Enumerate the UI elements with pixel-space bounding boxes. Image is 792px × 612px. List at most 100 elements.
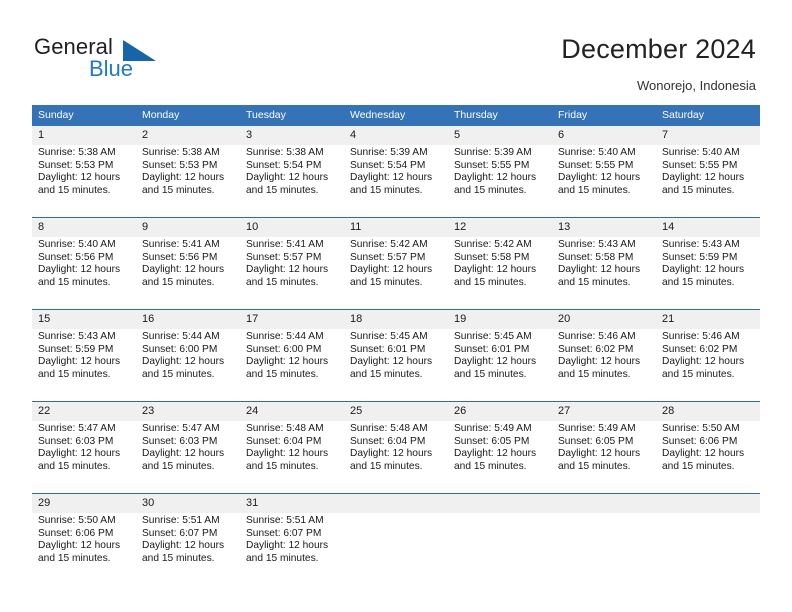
day-detail-cell[interactable]: Sunrise: 5:38 AM Sunset: 5:53 PM Dayligh… [32,145,136,218]
day-number-cell[interactable]: 10 [240,217,344,237]
day-number-cell[interactable]: 5 [448,126,552,145]
sunset-text: Sunset: 5:57 PM [246,251,322,263]
day-detail-cell[interactable]: Sunrise: 5:44 AM Sunset: 6:00 PM Dayligh… [240,329,344,402]
day-detail-cell[interactable]: Sunrise: 5:40 AM Sunset: 5:56 PM Dayligh… [32,237,136,310]
sunset-text: Sunset: 6:06 PM [38,527,114,539]
day-number-cell[interactable]: 30 [136,493,240,513]
day-number-cell[interactable]: 21 [656,309,760,329]
day-detail-cell[interactable]: Sunrise: 5:51 AM Sunset: 6:07 PM Dayligh… [136,513,240,585]
day-detail-cell[interactable]: Sunrise: 5:46 AM Sunset: 6:02 PM Dayligh… [552,329,656,402]
daylight-text-cont: and 15 minutes. [246,368,319,380]
day-detail-cell[interactable]: Sunrise: 5:45 AM Sunset: 6:01 PM Dayligh… [344,329,448,402]
day-detail-cell[interactable]: Sunrise: 5:48 AM Sunset: 6:04 PM Dayligh… [344,421,448,494]
day-number-cell[interactable]: 12 [448,217,552,237]
sunrise-text: Sunrise: 5:48 AM [350,423,428,434]
day-detail-cell[interactable]: Sunrise: 5:43 AM Sunset: 5:59 PM Dayligh… [656,237,760,310]
daylight-text: Daylight: 12 hours [662,356,745,368]
day-detail-cell[interactable]: Sunrise: 5:39 AM Sunset: 5:55 PM Dayligh… [448,145,552,218]
day-detail-cell[interactable]: Sunrise: 5:49 AM Sunset: 6:05 PM Dayligh… [448,421,552,494]
day-detail-cell[interactable]: Sunrise: 5:51 AM Sunset: 6:07 PM Dayligh… [240,513,344,585]
day-number-cell[interactable]: 6 [552,126,656,145]
day-number-cell[interactable]: 14 [656,217,760,237]
day-number-cell[interactable]: 23 [136,401,240,421]
day-detail-cell[interactable]: Sunrise: 5:39 AM Sunset: 5:54 PM Dayligh… [344,145,448,218]
day-detail-cell[interactable]: Sunrise: 5:48 AM Sunset: 6:04 PM Dayligh… [240,421,344,494]
day-number-cell[interactable]: 17 [240,309,344,329]
calendar-header-row: Sunday Monday Tuesday Wednesday Thursday… [32,105,760,126]
day-detail-cell[interactable]: Sunrise: 5:38 AM Sunset: 5:54 PM Dayligh… [240,145,344,218]
day-detail-cell[interactable]: Sunrise: 5:45 AM Sunset: 6:01 PM Dayligh… [448,329,552,402]
day-number-cell-empty [552,493,656,513]
day-detail-cell[interactable]: Sunrise: 5:43 AM Sunset: 5:58 PM Dayligh… [552,237,656,310]
weekday-header-thursday: Thursday [448,105,552,126]
week-detail-row: Sunrise: 5:47 AM Sunset: 6:03 PM Dayligh… [32,421,760,494]
sunset-text: Sunset: 6:05 PM [558,435,634,447]
day-number-cell[interactable]: 11 [344,217,448,237]
daylight-text-cont: and 15 minutes. [38,368,111,380]
day-number-cell[interactable]: 27 [552,401,656,421]
day-detail-cell[interactable]: Sunrise: 5:41 AM Sunset: 5:57 PM Dayligh… [240,237,344,310]
weekday-header-wednesday: Wednesday [344,105,448,126]
daylight-text-cont: and 15 minutes. [662,368,735,380]
day-detail-cell[interactable]: Sunrise: 5:42 AM Sunset: 5:57 PM Dayligh… [344,237,448,310]
day-detail-cell[interactable]: Sunrise: 5:40 AM Sunset: 5:55 PM Dayligh… [656,145,760,218]
day-number-cell[interactable]: 4 [344,126,448,145]
sunset-text: Sunset: 6:01 PM [350,343,426,355]
week-detail-row: Sunrise: 5:38 AM Sunset: 5:53 PM Dayligh… [32,145,760,218]
day-number-cell[interactable]: 18 [344,309,448,329]
day-detail-cell[interactable]: Sunrise: 5:47 AM Sunset: 6:03 PM Dayligh… [136,421,240,494]
day-detail-cell[interactable]: Sunrise: 5:38 AM Sunset: 5:53 PM Dayligh… [136,145,240,218]
day-detail-cell[interactable]: Sunrise: 5:43 AM Sunset: 5:59 PM Dayligh… [32,329,136,402]
calendar-table: Sunday Monday Tuesday Wednesday Thursday… [32,105,760,585]
day-detail-cell[interactable]: Sunrise: 5:49 AM Sunset: 6:05 PM Dayligh… [552,421,656,494]
day-number-cell[interactable]: 29 [32,493,136,513]
sunset-text: Sunset: 6:04 PM [246,435,322,447]
day-number-cell[interactable]: 1 [32,126,136,145]
day-number-cell[interactable]: 26 [448,401,552,421]
day-number-cell[interactable]: 8 [32,217,136,237]
daylight-text-cont: and 15 minutes. [142,368,215,380]
day-detail-cell[interactable]: Sunrise: 5:44 AM Sunset: 6:00 PM Dayligh… [136,329,240,402]
calendar-grid: Sunday Monday Tuesday Wednesday Thursday… [32,105,760,585]
day-detail-cell[interactable]: Sunrise: 5:40 AM Sunset: 5:55 PM Dayligh… [552,145,656,218]
daylight-text: Daylight: 12 hours [38,172,121,184]
daylight-text: Daylight: 12 hours [350,356,433,368]
daylight-text-cont: and 15 minutes. [142,460,215,472]
day-detail-cell[interactable]: Sunrise: 5:46 AM Sunset: 6:02 PM Dayligh… [656,329,760,402]
daylight-text: Daylight: 12 hours [558,448,641,460]
day-number-cell[interactable]: 31 [240,493,344,513]
day-number-cell[interactable]: 3 [240,126,344,145]
sunset-text: Sunset: 5:56 PM [38,251,114,263]
day-number-cell[interactable]: 25 [344,401,448,421]
day-number-cell[interactable]: 7 [656,126,760,145]
day-number-cell[interactable]: 20 [552,309,656,329]
day-number-cell[interactable]: 2 [136,126,240,145]
day-number-cell[interactable]: 15 [32,309,136,329]
day-number-cell[interactable]: 22 [32,401,136,421]
day-detail-cell[interactable]: Sunrise: 5:41 AM Sunset: 5:56 PM Dayligh… [136,237,240,310]
day-detail-cell[interactable]: Sunrise: 5:47 AM Sunset: 6:03 PM Dayligh… [32,421,136,494]
sunset-text: Sunset: 6:00 PM [142,343,218,355]
sunrise-text: Sunrise: 5:39 AM [350,147,428,158]
day-detail-cell[interactable]: Sunrise: 5:50 AM Sunset: 6:06 PM Dayligh… [656,421,760,494]
day-number-cell[interactable]: 24 [240,401,344,421]
sunrise-text: Sunrise: 5:41 AM [246,239,324,250]
sunrise-text: Sunrise: 5:40 AM [662,147,740,158]
daylight-text-cont: and 15 minutes. [350,184,423,196]
day-number-cell[interactable]: 19 [448,309,552,329]
sunset-text: Sunset: 5:58 PM [558,251,634,263]
day-detail-cell[interactable]: Sunrise: 5:50 AM Sunset: 6:06 PM Dayligh… [32,513,136,585]
day-number-cell[interactable]: 16 [136,309,240,329]
day-number-cell[interactable]: 9 [136,217,240,237]
sunset-text: Sunset: 5:56 PM [142,251,218,263]
day-detail-cell[interactable]: Sunrise: 5:42 AM Sunset: 5:58 PM Dayligh… [448,237,552,310]
daylight-text-cont: and 15 minutes. [142,552,215,564]
day-number-cell[interactable]: 13 [552,217,656,237]
day-number-cell[interactable]: 28 [656,401,760,421]
general-blue-logo[interactable]: General Blue [34,34,224,84]
daylight-text-cont: and 15 minutes. [454,368,527,380]
page-subtitle: Wonorejo, Indonesia [636,78,756,93]
sunset-text: Sunset: 5:55 PM [558,159,634,171]
sunset-text: Sunset: 6:03 PM [142,435,218,447]
daylight-text: Daylight: 12 hours [454,264,537,276]
